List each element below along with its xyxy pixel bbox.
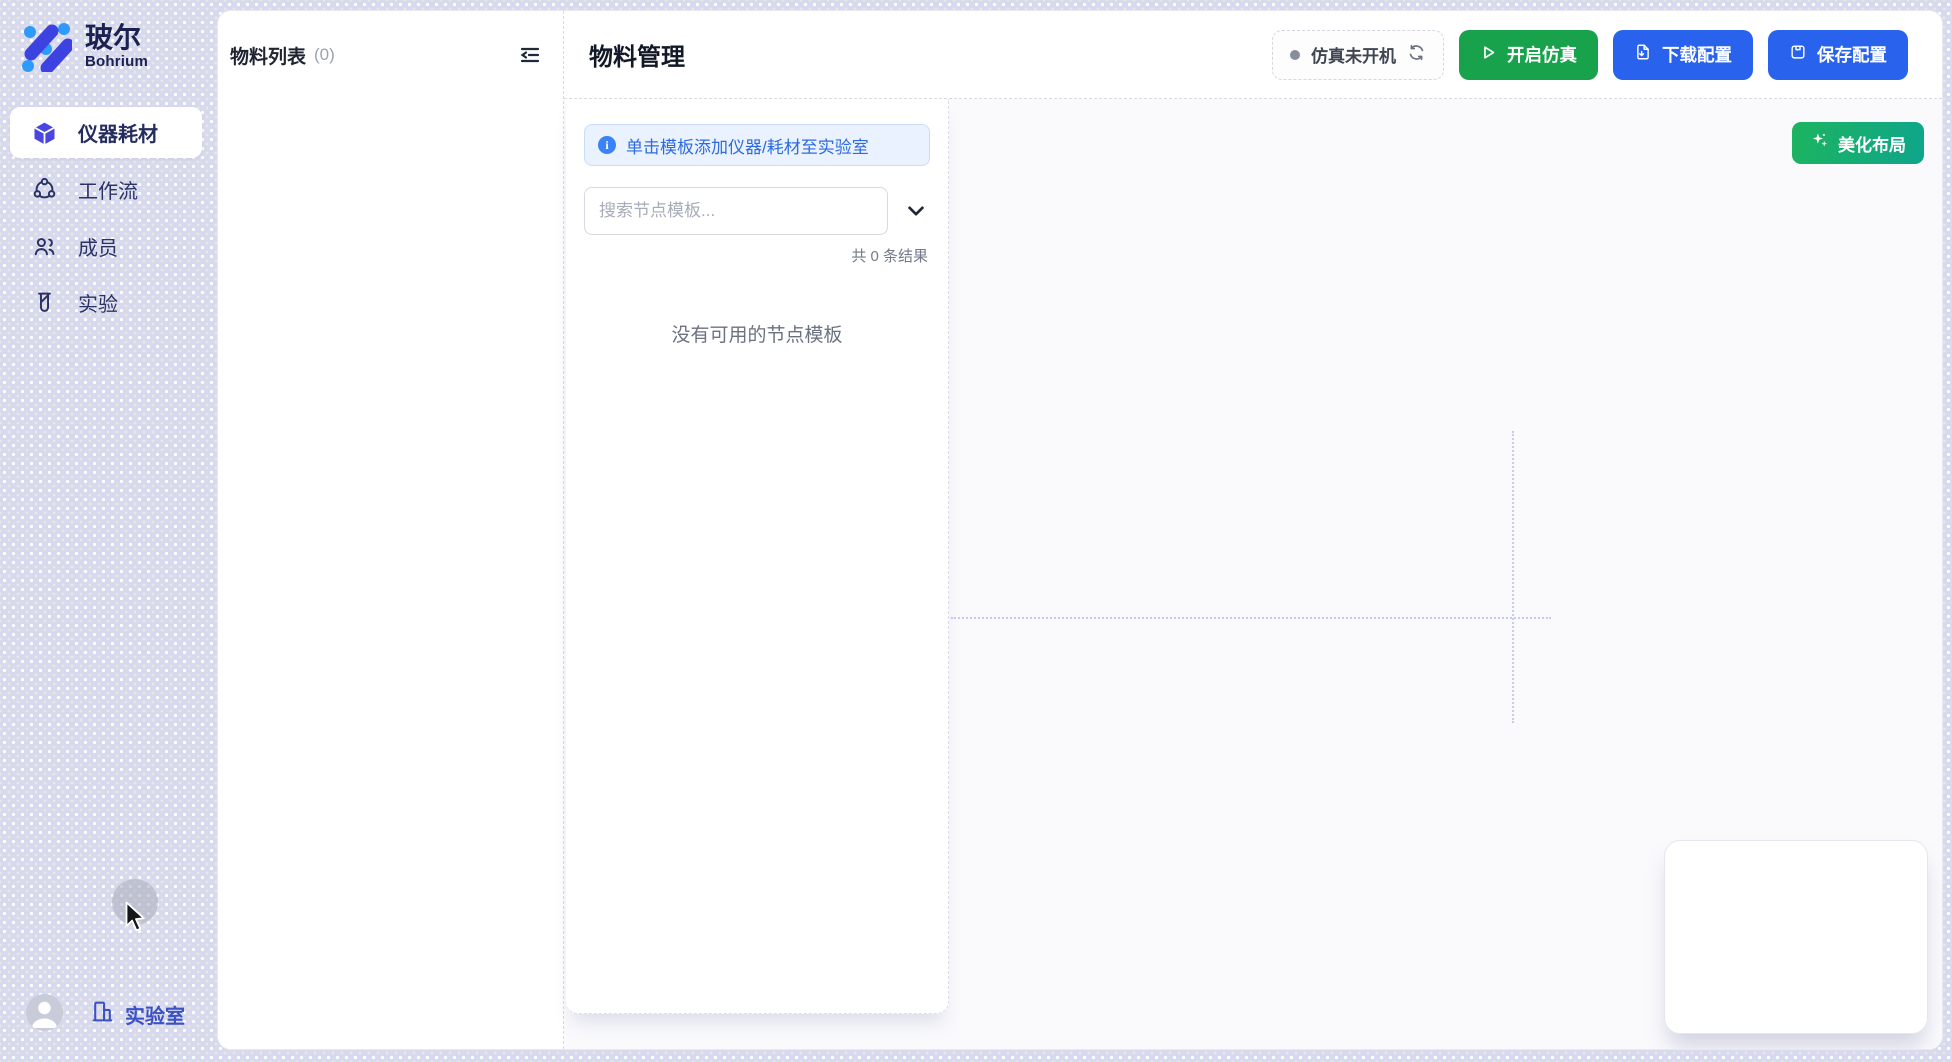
cube-icon bbox=[32, 121, 56, 145]
download-config-button[interactable]: 下载配置 bbox=[1613, 30, 1753, 80]
material-list-panel: 物料列表 (0) bbox=[218, 11, 564, 1049]
beautify-layout-label: 美化布局 bbox=[1838, 131, 1906, 156]
lab-entry-label: 实验室 bbox=[125, 1000, 185, 1029]
sidebar: 玻尔 Bohrium 仪器耗材 工作流 bbox=[0, 0, 217, 1062]
members-icon bbox=[32, 234, 56, 258]
app-window: 物料列表 (0) 物料管理 仿真未开机 bbox=[217, 10, 1943, 1050]
download-config-label: 下载配置 bbox=[1662, 42, 1732, 67]
mouse-cursor bbox=[124, 901, 149, 941]
results-count: 共 0 条结果 bbox=[586, 245, 928, 266]
simulation-status-text: 仿真未开机 bbox=[1311, 42, 1396, 67]
brand-name-zh: 玻尔 bbox=[85, 23, 148, 52]
start-simulation-button[interactable]: 开启仿真 bbox=[1459, 30, 1598, 80]
minimap-panel[interactable] bbox=[1664, 840, 1928, 1034]
canvas-guide-horizontal bbox=[951, 617, 1551, 619]
user-avatar[interactable] bbox=[26, 994, 63, 1031]
start-simulation-label: 开启仿真 bbox=[1507, 42, 1577, 67]
status-dot-icon bbox=[1290, 50, 1300, 60]
template-hint-banner[interactable]: i 单击模板添加仪器/耗材至实验室 bbox=[584, 124, 930, 166]
sidebar-item-label: 工作流 bbox=[78, 175, 138, 204]
empty-templates-message: 没有可用的节点模板 bbox=[566, 320, 948, 347]
lab-entry[interactable]: 实验室 bbox=[90, 999, 185, 1029]
brand-name-en: Bohrium bbox=[85, 53, 148, 70]
material-list-header: 物料列表 (0) bbox=[218, 11, 563, 99]
sparkles-icon bbox=[1810, 131, 1829, 155]
workspace-canvas[interactable]: i 单击模板添加仪器/耗材至实验室 共 0 条结果 没有可用的节点模板 bbox=[564, 99, 1942, 1049]
file-download-icon bbox=[1634, 43, 1652, 66]
play-icon bbox=[1480, 44, 1497, 66]
material-list-count: (0) bbox=[314, 45, 335, 65]
save-config-button[interactable]: 保存配置 bbox=[1768, 30, 1908, 80]
template-search-row bbox=[584, 187, 930, 235]
bohrium-logo-icon bbox=[16, 16, 72, 77]
main-header: 物料管理 仿真未开机 开启仿真 bbox=[564, 11, 1942, 99]
sidebar-item-workflow[interactable]: 工作流 bbox=[10, 164, 202, 214]
sidebar-item-label: 成员 bbox=[78, 232, 118, 261]
brand-name: 玻尔 Bohrium bbox=[85, 23, 148, 69]
sidebar-item-members[interactable]: 成员 bbox=[10, 221, 202, 271]
brand-logo-row[interactable]: 玻尔 Bohrium bbox=[16, 16, 148, 77]
page-title: 物料管理 bbox=[589, 37, 685, 72]
simulation-status-pill[interactable]: 仿真未开机 bbox=[1272, 30, 1444, 80]
beautify-layout-button[interactable]: 美化布局 bbox=[1792, 122, 1924, 164]
chevron-down-icon[interactable] bbox=[902, 197, 930, 225]
save-icon bbox=[1789, 43, 1807, 66]
sidebar-item-experiments[interactable]: 实验 bbox=[10, 277, 202, 327]
workflow-icon bbox=[32, 177, 56, 201]
refresh-icon[interactable] bbox=[1407, 43, 1426, 67]
canvas-guide-vertical bbox=[1512, 431, 1514, 723]
collapse-list-icon[interactable] bbox=[517, 42, 543, 68]
building-icon bbox=[90, 999, 115, 1029]
sidebar-item-instruments[interactable]: 仪器耗材 bbox=[10, 107, 202, 158]
material-list-title: 物料列表 bbox=[230, 42, 306, 69]
sidebar-item-label: 仪器耗材 bbox=[78, 118, 158, 147]
template-hint-text: 单击模板添加仪器/耗材至实验室 bbox=[626, 133, 869, 158]
save-config-label: 保存配置 bbox=[1817, 42, 1887, 67]
sidebar-item-label: 实验 bbox=[78, 288, 118, 317]
test-tube-icon bbox=[32, 290, 56, 314]
template-search-input[interactable] bbox=[584, 187, 888, 235]
template-panel: i 单击模板添加仪器/耗材至实验室 共 0 条结果 没有可用的节点模板 bbox=[566, 99, 949, 1014]
info-icon: i bbox=[598, 136, 616, 154]
